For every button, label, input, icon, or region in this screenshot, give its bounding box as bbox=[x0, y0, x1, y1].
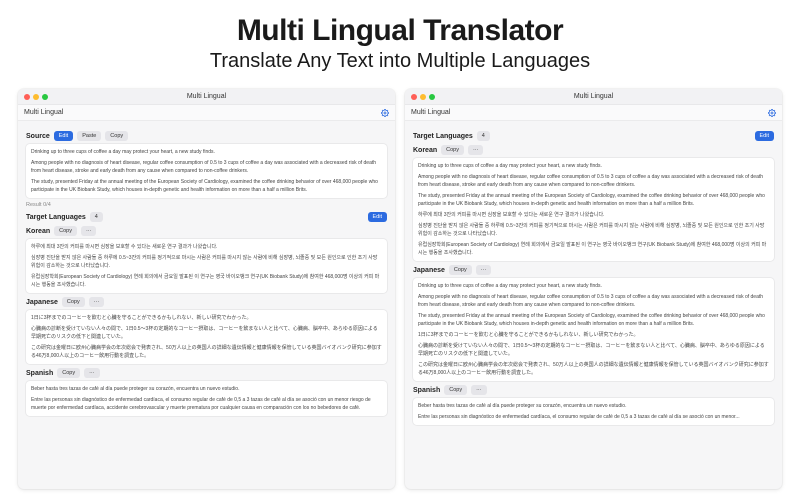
target-count: 4 bbox=[90, 212, 103, 222]
edit-button[interactable]: Edit bbox=[54, 131, 73, 141]
lang-block-japanese: Japanese Copy ··· Drinking up to three c… bbox=[413, 265, 774, 381]
window-title: Multi Lingual bbox=[18, 93, 395, 100]
titlebar[interactable]: Multi Lingual bbox=[405, 89, 782, 105]
toolbar: Multi Lingual bbox=[405, 105, 782, 121]
target-header: Target Languages 4 Edit bbox=[26, 212, 387, 222]
more-spanish-button[interactable]: ··· bbox=[84, 368, 100, 378]
source-p2: Among people with no diagnosis of heart … bbox=[31, 159, 382, 175]
more-spanish-button[interactable]: ··· bbox=[471, 385, 487, 395]
source-p1: Drinking up to three cups of coffee a da… bbox=[31, 148, 382, 156]
lang-block-spanish: Spanish Copy ··· Beber hasta tres tazas … bbox=[413, 385, 774, 425]
copy-button[interactable]: Copy bbox=[105, 131, 128, 141]
toolbar-title: Multi Lingual bbox=[411, 109, 450, 116]
toolbar: Multi Lingual bbox=[18, 105, 395, 121]
lang-name-japanese: Japanese bbox=[26, 299, 58, 306]
copy-korean-button[interactable]: Copy bbox=[441, 145, 464, 155]
lang-block-japanese: Japanese Copy ··· 1日に3杯までのコーヒーを飲むと心臓を守るこ… bbox=[26, 297, 387, 364]
target-label: Target Languages bbox=[26, 214, 86, 221]
copy-spanish-button[interactable]: Copy bbox=[444, 385, 467, 395]
lang-name-japanese: Japanese bbox=[413, 267, 445, 274]
toolbar-title: Multi Lingual bbox=[24, 109, 63, 116]
target-label: Target Languages bbox=[413, 133, 473, 140]
source-label: Source bbox=[26, 133, 50, 140]
japanese-text[interactable]: Drinking up to three cups of coffee a da… bbox=[413, 278, 774, 381]
hero-subtitle: Translate Any Text into Multiple Languag… bbox=[0, 50, 800, 73]
window-right: Multi Lingual Multi Lingual Target Langu… bbox=[405, 89, 782, 489]
target-header: Target Languages 4 Edit bbox=[413, 131, 774, 141]
content-right: Target Languages 4 Edit Korean Copy ··· … bbox=[405, 121, 782, 489]
more-korean-button[interactable]: ··· bbox=[468, 145, 484, 155]
copy-japanese-button[interactable]: Copy bbox=[449, 265, 472, 275]
target-count: 4 bbox=[477, 131, 490, 141]
spanish-text[interactable]: Beber hasta tres tazas de café al día pu… bbox=[413, 398, 774, 425]
source-p3: The study, presented Friday at the annua… bbox=[31, 178, 382, 194]
more-korean-button[interactable]: ··· bbox=[81, 226, 97, 236]
lang-block-korean: Korean Copy ··· Drinking up to three cup… bbox=[413, 145, 774, 261]
titlebar[interactable]: Multi Lingual bbox=[18, 89, 395, 105]
more-japanese-button[interactable]: ··· bbox=[89, 297, 105, 307]
gear-icon[interactable] bbox=[381, 109, 389, 117]
windows-row: Multi Lingual Multi Lingual Source Edit … bbox=[0, 79, 800, 489]
hero: Multi Lingual Translator Translate Any T… bbox=[0, 0, 800, 79]
copy-korean-button[interactable]: Copy bbox=[54, 226, 77, 236]
japanese-text[interactable]: 1日に3杯までのコーヒーを飲むと心臓を守ることができるかもしれない、新しい研究で… bbox=[26, 310, 387, 364]
lang-name-spanish: Spanish bbox=[26, 370, 53, 377]
hero-title: Multi Lingual Translator bbox=[0, 14, 800, 48]
copy-japanese-button[interactable]: Copy bbox=[62, 297, 85, 307]
lang-name-korean: Korean bbox=[26, 228, 50, 235]
korean-text[interactable]: 하루에 최대 3잔의 커피를 마시면 심장을 보호할 수 있다는 새로운 연구 … bbox=[26, 239, 387, 293]
edit-targets-button[interactable]: Edit bbox=[368, 212, 387, 222]
result-count: 0/4 bbox=[43, 202, 51, 208]
window-title: Multi Lingual bbox=[405, 93, 782, 100]
more-japanese-button[interactable]: ··· bbox=[476, 265, 492, 275]
paste-button[interactable]: Paste bbox=[77, 131, 101, 141]
lang-name-spanish: Spanish bbox=[413, 387, 440, 394]
edit-targets-button[interactable]: Edit bbox=[755, 131, 774, 141]
korean-text[interactable]: Drinking up to three cups of coffee a da… bbox=[413, 158, 774, 261]
lang-name-korean: Korean bbox=[413, 147, 437, 154]
content-left: Source Edit Paste Copy Drinking up to th… bbox=[18, 121, 395, 489]
copy-spanish-button[interactable]: Copy bbox=[57, 368, 80, 378]
source-header: Source Edit Paste Copy bbox=[26, 131, 387, 141]
spanish-text[interactable]: Beber hasta tres tazas de café al día pu… bbox=[26, 381, 387, 416]
result-label: Result bbox=[26, 202, 42, 208]
source-text[interactable]: Drinking up to three cups of coffee a da… bbox=[26, 144, 387, 198]
result-row: Result 0/4 bbox=[26, 202, 387, 208]
gear-icon[interactable] bbox=[768, 109, 776, 117]
window-left: Multi Lingual Multi Lingual Source Edit … bbox=[18, 89, 395, 489]
lang-block-spanish: Spanish Copy ··· Beber hasta tres tazas … bbox=[26, 368, 387, 416]
lang-block-korean: Korean Copy ··· 하루에 최대 3잔의 커피를 마시면 심장을 보… bbox=[26, 226, 387, 293]
